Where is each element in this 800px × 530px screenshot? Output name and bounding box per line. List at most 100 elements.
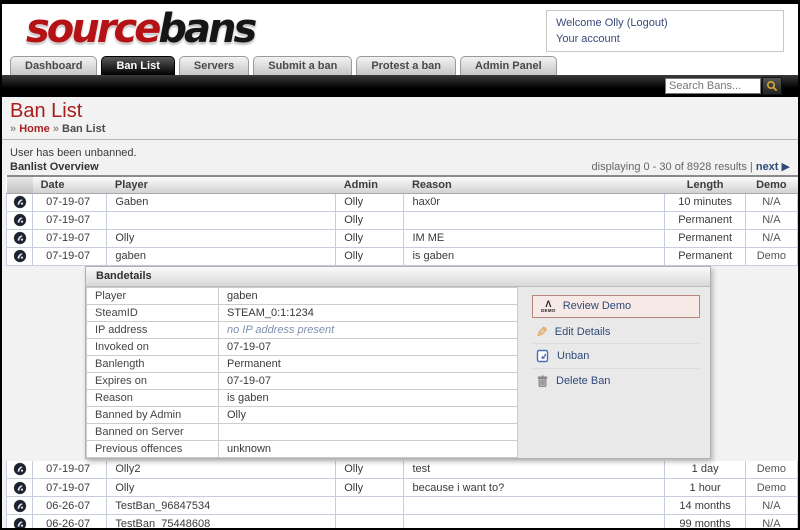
reason-cell: because i want to? (403, 478, 666, 497)
game-icon-cell (5, 211, 34, 230)
breadcrumb-home-link[interactable]: Home (19, 123, 50, 135)
detail-field-value: 07-19-07 (218, 337, 518, 356)
detail-field-value: STEAM_0:1:1234 (218, 303, 518, 322)
ban-row[interactable]: 06-26-07 TestBan_96847534 14 months N/A (5, 496, 798, 515)
detail-field-value: Permanent (218, 354, 518, 373)
detail-field-row: Reason is gaben (86, 388, 518, 407)
demo-cell[interactable]: N/A (762, 500, 780, 512)
nav-tab[interactable]: Submit a ban (253, 56, 353, 75)
content: Ban List » Home » Ban List User has been… (2, 97, 798, 528)
game-icon (13, 231, 26, 245)
demo-cell[interactable]: N/A (762, 232, 780, 244)
demo-cell[interactable]: N/A (762, 196, 780, 208)
demo-icon: Λ DEMO (541, 298, 556, 313)
detail-field-row: Banlength Permanent (86, 354, 518, 373)
nav-tab-label: Dashboard (25, 60, 83, 72)
nav-tab[interactable]: Ban List (101, 56, 175, 75)
ban-row[interactable]: 07-19-07 Olly2 Olly test 1 day Demo (5, 460, 798, 479)
breadcrumb-current: Ban List (62, 123, 106, 135)
length-cell: Permanent (664, 229, 746, 248)
date-cell: 07-19-07 (32, 460, 108, 479)
player-cell: TestBan_75448608 (106, 514, 337, 528)
player-cell: Olly2 (106, 460, 337, 479)
nav-tab[interactable]: Protest a ban (356, 56, 456, 75)
detail-field-row: IP address no IP address present (86, 320, 518, 339)
breadcrumb-sep: » (52, 123, 59, 135)
overview-row: Banlist Overview displaying 0 - 30 of 89… (2, 160, 798, 175)
admin-cell: Olly (335, 460, 405, 479)
reason-cell (403, 514, 666, 528)
demo-cell[interactable]: N/A (762, 518, 780, 529)
unban-button[interactable]: Unban (532, 344, 700, 369)
detail-field-value: gaben (218, 286, 518, 305)
length-cell: Permanent (664, 247, 746, 266)
game-icon (13, 249, 26, 263)
date-cell: 07-19-07 (32, 229, 108, 248)
detail-field-row: Invoked on 07-19-07 (86, 337, 518, 356)
col-header-reason: Reason (403, 175, 665, 194)
game-icon (13, 463, 26, 476)
ban-details-panel: Bandetails Player gaben SteamID STEAM_0:… (85, 265, 711, 459)
date-cell: 06-26-07 (32, 496, 108, 515)
detail-field-row: Banned by Admin Olly (86, 405, 518, 424)
ban-actions: Λ DEMO Review Demo ✎ Edit Details Unban … (518, 287, 710, 458)
ban-row[interactable]: 07-19-07 Olly Permanent N/A (5, 211, 798, 230)
admin-cell (335, 514, 405, 528)
detail-field-label: Invoked on (86, 337, 219, 356)
demo-cell[interactable]: Demo (757, 463, 786, 475)
demo-cell[interactable]: Demo (757, 250, 786, 262)
col-header-demo: Demo (745, 175, 798, 194)
search-button[interactable] (762, 77, 782, 95)
ban-row[interactable]: 06-26-07 TestBan_75448608 99 months N/A (5, 514, 798, 529)
flash-message: User has been unbanned. (10, 147, 137, 159)
next-arrow-icon[interactable]: ▶ (782, 161, 790, 173)
date-cell: 07-19-07 (32, 478, 108, 497)
nav-tab[interactable]: Servers (178, 56, 250, 75)
breadcrumb: » Home » Ban List (10, 122, 790, 139)
ban-row[interactable]: 07-19-07 gaben Olly is gaben Permanent D… (5, 247, 798, 266)
demo-cell[interactable]: Demo (757, 482, 786, 494)
game-icon-cell (5, 514, 34, 528)
unban-label: Unban (557, 350, 590, 362)
next-page-link[interactable]: next (756, 161, 779, 173)
demo-cell[interactable]: N/A (762, 214, 780, 226)
detail-field-value (218, 422, 518, 441)
length-cell: 10 minutes (664, 193, 746, 212)
detail-field-label: SteamID (86, 303, 219, 322)
section-title: Banlist Overview (10, 161, 99, 173)
ban-row[interactable]: 07-19-07 Olly Olly IM ME Permanent N/A (5, 229, 798, 248)
review-demo-button[interactable]: Λ DEMO Review Demo (532, 294, 700, 318)
detail-field-label: Banned by Admin (86, 405, 219, 424)
nav-tab[interactable]: Admin Panel (460, 56, 557, 75)
logout-link[interactable]: (Logout) (627, 17, 668, 29)
length-cell: 14 months (664, 496, 746, 515)
detail-field-row: Expires on 07-19-07 (86, 371, 518, 390)
player-cell: Gaben (106, 193, 337, 212)
detail-field-row: Player gaben (86, 286, 518, 305)
your-account-link[interactable]: Your account (556, 33, 620, 45)
game-icon-cell (5, 478, 34, 497)
search-bans (665, 77, 782, 95)
detail-field-value: Olly (218, 405, 518, 424)
ban-row[interactable]: 07-19-07 Olly Olly because i want to? 1 … (5, 478, 798, 497)
header: sourcebans Welcome Olly (Logout) Your ac… (2, 4, 798, 56)
nav-tab-label: Admin Panel (475, 60, 542, 72)
welcome-text: Welcome Olly (556, 17, 627, 29)
nav-tab-label: Protest a ban (371, 60, 441, 72)
ban-table-top: Date Player Admin Reason Length Demo 07-… (5, 175, 798, 266)
nav-tab-label: Ban List (116, 60, 160, 72)
delete-ban-button[interactable]: Delete Ban (532, 369, 700, 393)
ban-row[interactable]: 07-19-07 Gaben Olly hax0r 10 minutes N/A (5, 193, 798, 212)
admin-cell: Olly (335, 478, 405, 497)
pencil-icon: ✎ (536, 324, 548, 340)
search-input[interactable] (665, 78, 761, 94)
ban-details-title: Bandetails (86, 266, 710, 287)
length-cell: Permanent (664, 211, 746, 230)
nav-tab[interactable]: Dashboard (10, 56, 98, 75)
reason-cell (403, 496, 666, 515)
game-icon-cell (5, 496, 34, 515)
edit-details-button[interactable]: ✎ Edit Details (532, 321, 700, 344)
detail-field-row: Previous offences unknown (86, 439, 518, 458)
admin-cell: Olly (335, 229, 405, 248)
length-cell: 99 months (664, 514, 746, 528)
